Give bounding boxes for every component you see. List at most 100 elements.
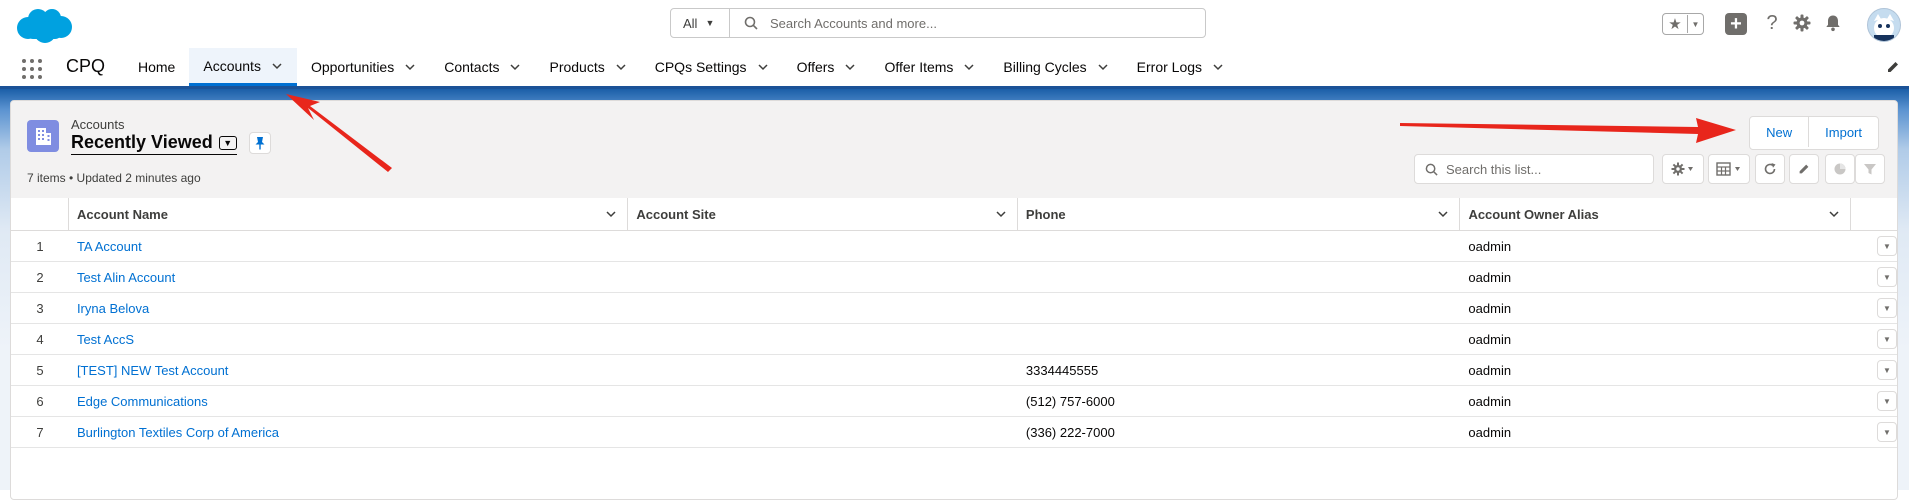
help-icon[interactable]: ?: [1761, 8, 1783, 38]
chevron-down-icon[interactable]: [1097, 61, 1109, 73]
account-name-link[interactable]: TA Account: [77, 239, 142, 254]
account-name-link[interactable]: Edge Communications: [77, 394, 208, 409]
nav-item-opportunities[interactable]: Opportunities: [297, 48, 430, 86]
chevron-down-icon[interactable]: [615, 61, 627, 73]
caret-down-icon[interactable]: ▼: [218, 135, 237, 150]
account-name-cell: Edge Communications: [69, 386, 628, 416]
search-scope-select[interactable]: All ▼: [671, 9, 730, 37]
nav-item-offers[interactable]: Offers: [783, 48, 871, 86]
favorites-menu-icon[interactable]: ▼: [1688, 20, 1703, 29]
app-navigation-bar: CPQ Home Accounts Opportunities Contacts…: [0, 48, 1909, 89]
account-site-cell: [628, 386, 1018, 416]
refresh-icon: [1764, 163, 1776, 175]
global-search: All ▼ Search Accounts and more...: [670, 8, 1206, 38]
chevron-down-icon[interactable]: [757, 61, 769, 73]
chevron-down-icon[interactable]: [271, 60, 283, 72]
refresh-button[interactable]: [1755, 154, 1785, 184]
global-header: All ▼ Search Accounts and more... ★ ▼ + …: [0, 0, 1909, 48]
account-name-link[interactable]: Test AccS: [77, 332, 134, 347]
global-actions-button[interactable]: +: [1725, 13, 1747, 35]
pie-chart-icon: [1834, 163, 1846, 175]
nav-item-label: Contacts: [444, 59, 500, 75]
chevron-down-icon[interactable]: [844, 61, 856, 73]
list-view-controls-button[interactable]: [1662, 154, 1704, 184]
chevron-down-icon[interactable]: [509, 61, 521, 73]
account-name-link[interactable]: Test Alin Account: [77, 270, 175, 285]
row-action-menu-button[interactable]: ▼: [1877, 360, 1897, 380]
row-action-menu-button[interactable]: ▼: [1877, 267, 1897, 287]
table-row: 6 Edge Communications (512) 757-6000 oad…: [11, 386, 1897, 417]
table-row: 1 TA Account oadmin ▼: [11, 231, 1897, 262]
list-view-selector[interactable]: Recently Viewed ▼: [71, 132, 237, 155]
account-name-link[interactable]: Iryna Belova: [77, 301, 149, 316]
user-avatar[interactable]: [1867, 8, 1901, 42]
chevron-down-icon[interactable]: [1212, 61, 1224, 73]
new-button[interactable]: New: [1750, 117, 1808, 147]
object-label: Accounts: [71, 117, 125, 132]
edit-nav-pencil-icon[interactable]: [1885, 59, 1901, 75]
column-header-account-site[interactable]: Account Site: [628, 198, 1018, 230]
chevron-down-icon[interactable]: [995, 208, 1007, 220]
global-search-input[interactable]: Search Accounts and more...: [730, 9, 1205, 37]
nav-items: Home Accounts Opportunities Contacts Pro…: [124, 48, 1238, 86]
nav-item-cpqs-settings[interactable]: CPQs Settings: [641, 48, 783, 86]
phone-cell: [1018, 262, 1461, 292]
setup-gear-icon[interactable]: [1791, 8, 1813, 38]
salesforce-logo[interactable]: [12, 6, 74, 46]
phone-cell: (336) 222-7000: [1025, 424, 1115, 440]
phone-cell: [1018, 324, 1461, 354]
import-button[interactable]: Import: [1808, 117, 1878, 147]
row-action-menu-button[interactable]: ▼: [1877, 422, 1897, 442]
row-action-menu-button[interactable]: ▼: [1877, 329, 1897, 349]
column-header-account-owner-alias[interactable]: Account Owner Alias: [1460, 198, 1852, 230]
pin-list-view-button[interactable]: [249, 132, 271, 154]
favorites-button[interactable]: ★ ▼: [1662, 13, 1704, 35]
column-header-account-name[interactable]: Account Name: [69, 198, 629, 230]
row-actions-cell: ▼: [1851, 417, 1897, 447]
row-action-menu-button[interactable]: ▼: [1877, 298, 1897, 318]
search-icon: [744, 16, 758, 30]
account-name-link[interactable]: Burlington Textiles Corp of America: [77, 425, 279, 440]
nav-item-accounts[interactable]: Accounts: [189, 48, 297, 86]
app-launcher-waffle-icon[interactable]: [22, 59, 42, 79]
chevron-down-icon[interactable]: [1437, 208, 1449, 220]
table-icon: [1716, 162, 1740, 176]
row-number: 7: [36, 424, 44, 440]
nav-item-label: Error Logs: [1136, 59, 1203, 75]
account-site-cell: [628, 355, 1018, 385]
account-name-link[interactable]: [TEST] NEW Test Account: [77, 363, 228, 378]
row-action-menu-button[interactable]: ▼: [1877, 391, 1897, 411]
nav-item-label: Products: [549, 59, 605, 75]
owner-alias-cell: oadmin: [1468, 424, 1512, 440]
account-site-cell: [628, 417, 1018, 447]
chevron-down-icon[interactable]: [605, 208, 617, 220]
nav-item-home[interactable]: Home: [124, 48, 189, 86]
nav-item-label: Opportunities: [310, 59, 395, 75]
chevron-down-icon[interactable]: [963, 61, 975, 73]
chevron-down-icon[interactable]: [404, 61, 416, 73]
row-action-menu-button[interactable]: ▼: [1877, 236, 1897, 256]
display-as-table-button[interactable]: [1708, 154, 1750, 184]
search-icon: [1425, 163, 1438, 176]
row-number: 5: [36, 362, 44, 378]
nav-item-offer-items[interactable]: Offer Items: [870, 48, 989, 86]
star-icon[interactable]: ★: [1663, 15, 1688, 33]
notifications-bell-icon[interactable]: [1822, 8, 1844, 38]
charts-button[interactable]: [1825, 154, 1855, 184]
nav-item-error-logs[interactable]: Error Logs: [1123, 48, 1238, 86]
row-number: 2: [36, 269, 44, 285]
phone-cell: [1018, 293, 1461, 323]
edit-list-button[interactable]: [1789, 154, 1819, 184]
row-actions-cell: ▼: [1851, 386, 1897, 416]
account-name-cell: Test Alin Account: [69, 262, 628, 292]
header-utility-icons: ★ ▼ + ?: [1649, 8, 1909, 42]
row-actions-cell: ▼: [1851, 293, 1897, 323]
nav-item-products[interactable]: Products: [535, 48, 640, 86]
list-search-input[interactable]: Search this list...: [1414, 154, 1654, 184]
chevron-down-icon[interactable]: [1828, 208, 1840, 220]
nav-item-contacts[interactable]: Contacts: [430, 48, 535, 86]
nav-item-billing-cycles[interactable]: Billing Cycles: [989, 48, 1122, 86]
filters-button[interactable]: [1855, 154, 1885, 184]
column-header-phone[interactable]: Phone: [1018, 198, 1461, 230]
list-meta-info: 7 items • Updated 2 minutes ago: [27, 171, 201, 185]
